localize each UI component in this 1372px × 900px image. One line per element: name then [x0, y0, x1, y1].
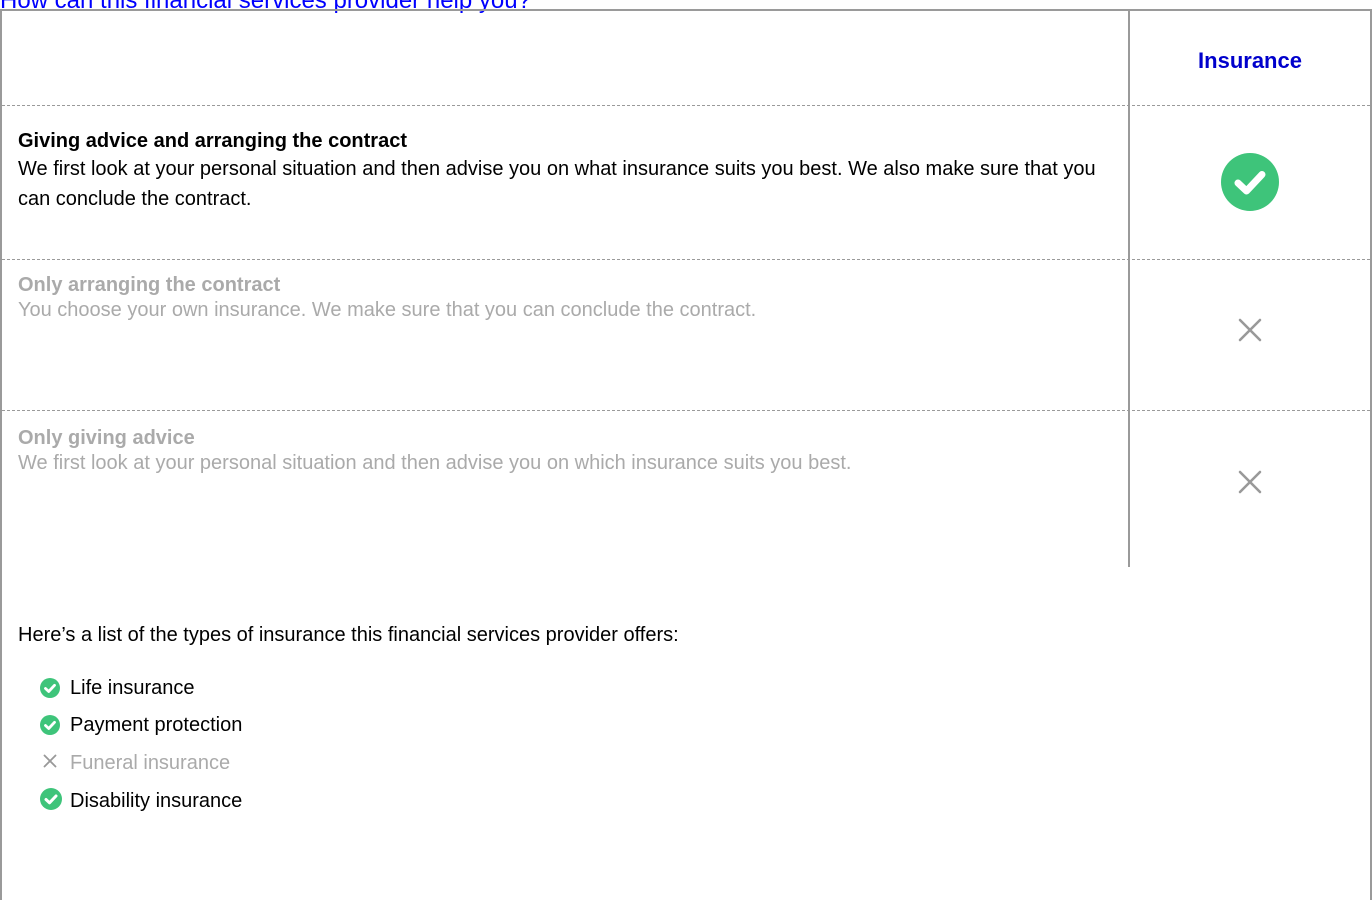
service-not-offered-mark [1130, 318, 1370, 342]
service-not-offered-mark [1130, 470, 1370, 494]
service-title: Only arranging the contract [18, 274, 281, 296]
insurance-type-label: Funeral insurance [70, 752, 231, 774]
insurance-list-intro: Here’s a list of the types of insurance … [18, 624, 679, 646]
service-title: Only giving advice [18, 427, 195, 449]
service-description: You choose your own insurance. We make s… [18, 299, 757, 321]
insurance-type-label: Payment protection [70, 714, 243, 736]
service-description: We first look at your personal situation… [18, 452, 852, 474]
check-circle-icon [40, 788, 62, 810]
page-heading: How can this financial services provider… [0, 0, 531, 14]
check-circle-icon [40, 715, 60, 735]
cross-icon [1238, 318, 1262, 342]
row-divider [2, 410, 1370, 411]
insurance-type-label: Disability insurance [70, 790, 243, 812]
service-row-only-advice: Only giving advice We first look at your… [18, 425, 1113, 475]
insurance-column-header: Insurance [1198, 48, 1302, 73]
service-offered-mark [1130, 153, 1370, 211]
table-border-left [0, 9, 2, 900]
service-title: Giving advice and arranging the contract [18, 130, 407, 152]
service-description: We first look at your personal situation… [18, 158, 1096, 210]
check-circle-icon [40, 678, 60, 698]
service-row-only-arranging: Only arranging the contract You choose y… [18, 272, 1113, 322]
cross-icon [43, 754, 57, 768]
service-row-advice-and-arranging: Giving advice and arranging the contract… [18, 128, 1113, 214]
table-border-top [0, 9, 1372, 11]
check-circle-icon [1221, 153, 1279, 211]
cross-icon [1238, 470, 1262, 494]
insurance-type-label: Life insurance [70, 677, 195, 699]
row-divider [2, 105, 1370, 106]
row-divider [2, 259, 1370, 260]
